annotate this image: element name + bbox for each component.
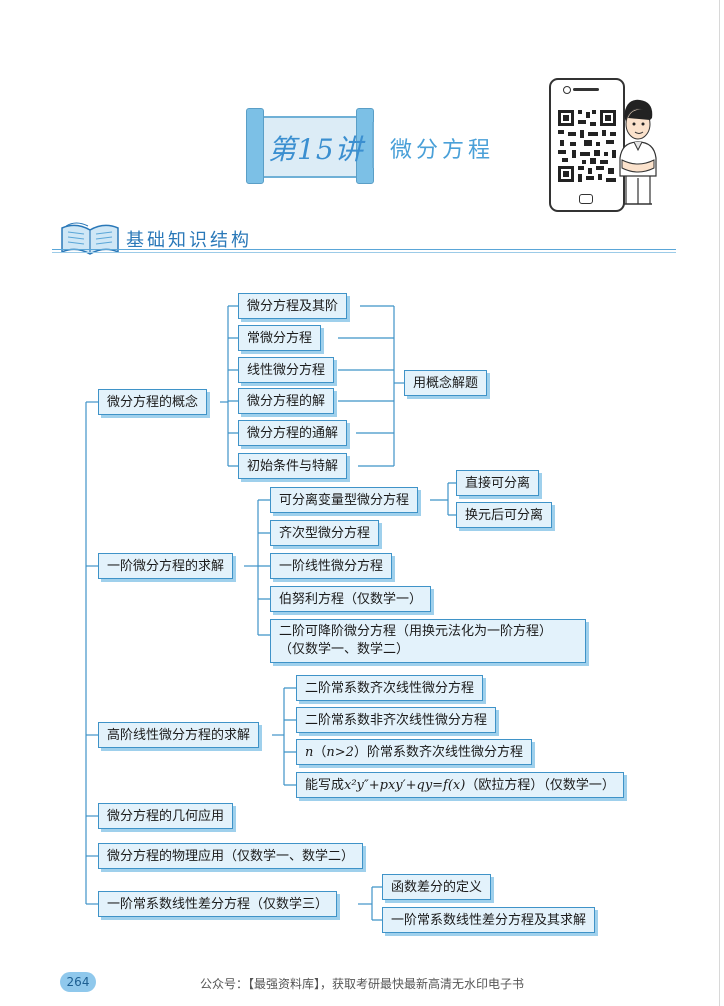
- node-difference-solution: 一阶常系数线性差分方程及其求解: [382, 907, 596, 933]
- node-bernoulli: 伯努利方程（仅数学一）: [270, 586, 432, 612]
- footer-watermark: 公众号：【最强资料库】，获取考研最快最新高清无水印电子书: [199, 977, 524, 991]
- node-linear-de: 线性微分方程: [238, 357, 335, 383]
- node-separable: 可分离变量型微分方程: [270, 487, 419, 513]
- node-nth-order: n（n>2）阶常系数齐次线性微分方程: [296, 739, 532, 765]
- node-initial-condition: 初始条件与特解: [238, 453, 348, 479]
- reducible-line-2: （仅数学一、数学二）: [279, 642, 410, 657]
- nth-condition: n>2: [326, 745, 354, 760]
- reducible-line-1: 二阶可降阶微分方程（用换元法化为一阶方程）: [279, 624, 553, 639]
- node-higher-order: 高阶线性微分方程的求解: [98, 722, 260, 748]
- node-difference-definition: 函数差分的定义: [382, 874, 492, 900]
- node-difference-equation: 一阶常系数线性差分方程（仅数学三）: [98, 891, 338, 917]
- node-first-order: 一阶微分方程的求解: [98, 553, 234, 579]
- node-general-solution: 微分方程的通解: [238, 420, 348, 446]
- node-physics-application: 微分方程的物理应用（仅数学一、数学二）: [98, 843, 364, 869]
- node-geometry-application: 微分方程的几何应用: [98, 803, 234, 829]
- node-solution: 微分方程的解: [238, 388, 335, 414]
- node-concept: 微分方程的概念: [98, 389, 208, 415]
- euler-suffix: （欧拉方程）（仅数学一）: [465, 778, 615, 793]
- node-ode: 常微分方程: [238, 325, 322, 351]
- node-substitution-separable: 换元后可分离: [456, 502, 553, 528]
- nth-label: 阶常系数齐次线性微分方程: [366, 745, 523, 760]
- book-page: 第15讲 微分方程 基础知识结构 微分方程的概念 微分方程及其阶 常微分方程 线…: [0, 0, 724, 1006]
- nth-paren-open: （: [313, 745, 327, 760]
- node-second-order-nonhomogeneous: 二阶常系数非齐次线性微分方程: [296, 707, 497, 733]
- node-homogeneous: 齐次型微分方程: [270, 520, 380, 546]
- nth-paren-close: ）: [353, 745, 367, 760]
- node-second-order-homogeneous: 二阶常系数齐次线性微分方程: [296, 675, 484, 701]
- node-direct-separable: 直接可分离: [456, 470, 540, 496]
- euler-prefix: 能写成: [305, 778, 345, 793]
- node-reducible-second-order: 二阶可降阶微分方程（用换元法化为一阶方程） （仅数学一、数学二）: [270, 619, 586, 663]
- node-euler-equation: 能写成x²y″+pxy′+qy=f(x)（欧拉方程）（仅数学一）: [296, 772, 624, 798]
- node-concept-method: 用概念解题: [404, 370, 488, 396]
- node-first-order-linear: 一阶线性微分方程: [270, 553, 393, 579]
- euler-formula: x²y″+pxy′+qy=f(x): [344, 778, 466, 793]
- node-order: 微分方程及其阶: [238, 293, 348, 319]
